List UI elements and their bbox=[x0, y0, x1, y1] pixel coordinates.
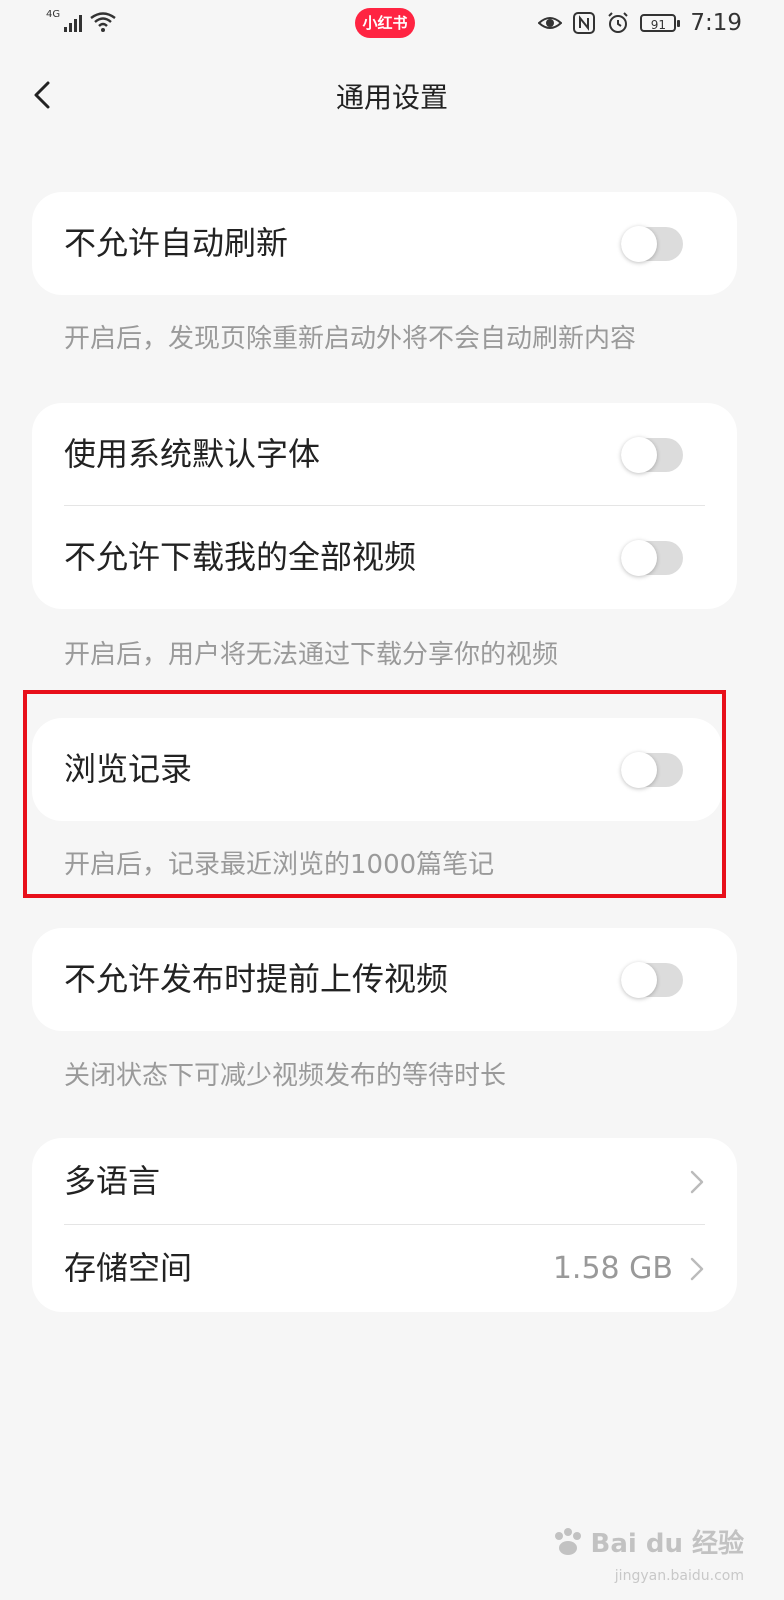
nfc-icon bbox=[573, 12, 596, 34]
pre-upload-row: 不允许发布时提前上传视频 bbox=[32, 928, 737, 1031]
app-badge: 小红书 bbox=[355, 8, 415, 38]
pre-upload-desc: 关闭状态下可减少视频发布的等待时长 bbox=[64, 1061, 507, 1091]
watermark-sub: jingyan.baidu.com bbox=[614, 1568, 744, 1584]
system-font-toggle[interactable] bbox=[621, 437, 683, 473]
eye-icon bbox=[538, 17, 563, 29]
toggle-knob bbox=[621, 962, 657, 998]
watermark: Bai du 经验 bbox=[551, 1523, 745, 1560]
video-download-toggle[interactable] bbox=[621, 540, 683, 576]
system-font-label: 使用系统默认字体 bbox=[64, 435, 321, 473]
page-title: 通用设置 bbox=[335, 81, 448, 114]
wifi-icon bbox=[90, 12, 116, 32]
status-right: 91 7:19 bbox=[538, 10, 742, 36]
highlight-box bbox=[23, 690, 726, 898]
language-row[interactable]: 多语言 bbox=[32, 1138, 737, 1225]
nav-bar: 通用设置 bbox=[0, 50, 784, 142]
card-language-storage: 多语言 存储空间 1.58 GB bbox=[32, 1138, 737, 1312]
pre-upload-toggle[interactable] bbox=[621, 962, 683, 998]
auto-refresh-desc: 开启后，发现页除重新启动外将不会自动刷新内容 bbox=[64, 324, 637, 354]
chevron-right-icon bbox=[690, 1170, 704, 1194]
storage-label: 存储空间 bbox=[64, 1249, 193, 1287]
pre-upload-label: 不允许发布时提前上传视频 bbox=[64, 960, 449, 998]
status-bar: 4G 小红书 91 7:19 bbox=[0, 0, 784, 50]
card-auto-refresh: 不允许自动刷新 bbox=[32, 192, 737, 295]
toggle-knob bbox=[621, 540, 657, 576]
video-download-row: 不允许下载我的全部视频 bbox=[32, 506, 737, 609]
toggle-knob bbox=[621, 226, 657, 262]
auto-refresh-label: 不允许自动刷新 bbox=[64, 224, 289, 262]
storage-row[interactable]: 存储空间 1.58 GB bbox=[32, 1225, 737, 1312]
alarm-icon bbox=[608, 12, 629, 33]
auto-refresh-toggle[interactable] bbox=[621, 226, 683, 262]
card-pre-upload: 不允许发布时提前上传视频 bbox=[32, 928, 737, 1031]
auto-refresh-row: 不允许自动刷新 bbox=[32, 192, 737, 295]
video-download-desc: 开启后，用户将无法通过下载分享你的视频 bbox=[64, 640, 559, 670]
system-font-row: 使用系统默认字体 bbox=[32, 403, 737, 506]
battery-icon: 91 bbox=[640, 14, 681, 32]
toggle-knob bbox=[621, 437, 657, 473]
status-left: 4G bbox=[46, 9, 116, 32]
watermark-text: Bai du 经验 bbox=[590, 1529, 745, 1559]
card-font-download: 使用系统默认字体 不允许下载我的全部视频 bbox=[32, 403, 737, 609]
chevron-right-icon bbox=[690, 1257, 704, 1281]
network-type: 4G bbox=[46, 9, 61, 20]
video-download-label: 不允许下载我的全部视频 bbox=[64, 538, 417, 576]
language-label: 多语言 bbox=[64, 1162, 161, 1200]
clock: 7:19 bbox=[690, 10, 742, 36]
paw-icon bbox=[554, 1527, 581, 1555]
signal-icon bbox=[64, 14, 83, 32]
storage-value: 1.58 GB bbox=[552, 1251, 673, 1286]
